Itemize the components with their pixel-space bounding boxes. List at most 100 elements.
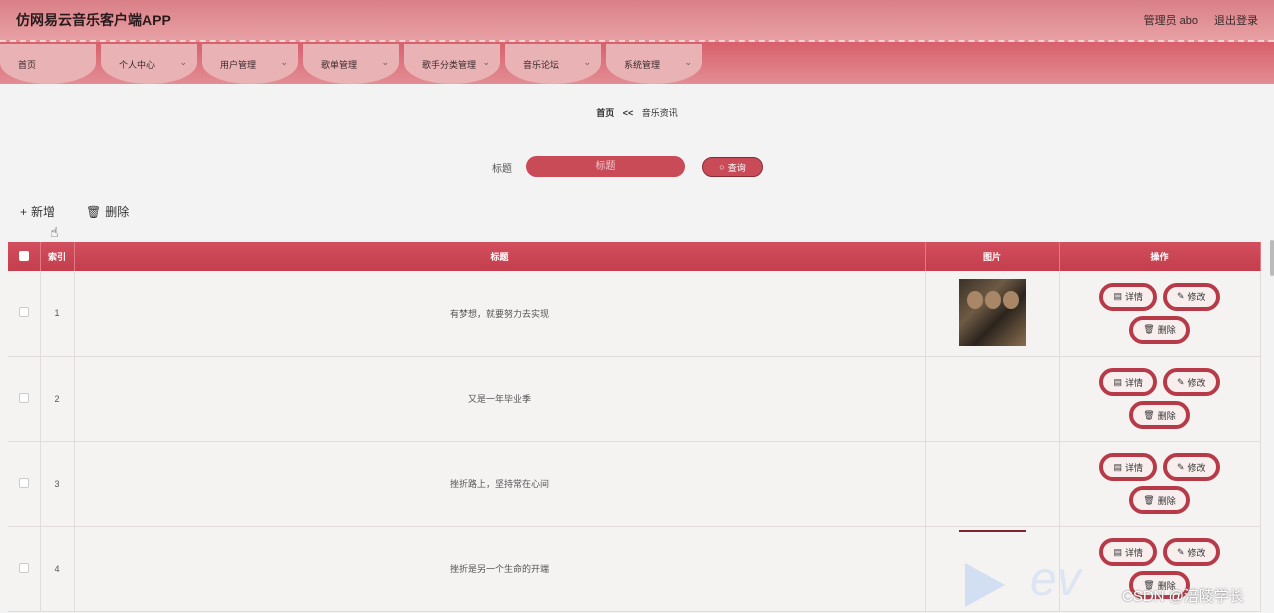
detail-label: 详情 — [1124, 377, 1143, 388]
detail-button[interactable]: ▤ 详情 — [1099, 453, 1157, 481]
delete-label: 删除 — [1157, 495, 1176, 506]
row-index: 2 — [40, 356, 75, 442]
detail-label: 详情 — [1124, 547, 1143, 558]
nav-system-management[interactable]: 系统管理 ⌄ — [606, 44, 702, 84]
header-title: 标题 — [74, 242, 926, 271]
row-actions: ▤ 详情 ✎ 修改 🗑 删除 — [1059, 271, 1261, 357]
breadcrumb-current: 音乐资讯 — [641, 108, 678, 118]
table-row: 1 有梦想，就要努力去实现 ▤ 详情 ✎ 修改 🗑 删除 — [8, 271, 1261, 357]
header-image: 图片 — [925, 242, 1060, 271]
edit-button[interactable]: ✎ 修改 — [1162, 368, 1220, 396]
nav-label: 系统管理 — [624, 59, 661, 70]
row-title: 有梦想，就要努力去实现 — [74, 271, 926, 357]
nav-label: 音乐论坛 — [523, 59, 560, 70]
nav-label: 用户管理 — [220, 59, 257, 70]
document-icon: ▤ — [1113, 461, 1122, 472]
nav-label: 歌手分类管理 — [422, 59, 477, 70]
detail-button[interactable]: ▤ 详情 — [1099, 538, 1157, 566]
row-title: 挫折是另一个生命的开端 — [74, 526, 926, 612]
pencil-icon: ✎ — [1176, 291, 1185, 302]
row-checkbox[interactable] — [18, 477, 29, 488]
pencil-icon: ✎ — [1176, 376, 1185, 387]
edit-button[interactable]: ✎ 修改 — [1162, 453, 1220, 481]
watermark-text: ev — [1030, 553, 1081, 606]
chevron-down-icon: ⌄ — [179, 57, 187, 67]
select-all-checkbox[interactable] — [18, 250, 29, 261]
admin-user-label: 管理员 abo — [1143, 15, 1198, 27]
row-image-cell — [925, 271, 1060, 357]
header-index: 索引 — [40, 242, 75, 271]
title-search-input[interactable] — [526, 156, 685, 177]
bulk-delete-button[interactable]: 🗑 删除 — [86, 203, 129, 220]
row-title: 挫折路上，坚持常在心间 — [74, 441, 926, 527]
nav-singer-category[interactable]: 歌手分类管理 ⌄ — [404, 44, 500, 84]
delete-button[interactable]: 🗑 删除 — [1129, 401, 1190, 429]
row-image-cell — [925, 441, 1060, 527]
trash-icon: 🗑 — [1143, 494, 1155, 505]
row-image-cell — [925, 356, 1060, 442]
detail-button[interactable]: ▤ 详情 — [1099, 282, 1157, 311]
detail-button[interactable]: ▤ 详情 — [1099, 368, 1157, 396]
logout-link[interactable]: 退出登录 — [1214, 12, 1258, 28]
row-actions: ▤ 详情 ✎ 修改 🗑 删除 — [1059, 441, 1261, 527]
detail-label: 详情 — [1124, 292, 1143, 303]
chevron-down-icon: ⌄ — [381, 57, 389, 67]
trash-icon: 🗑 — [86, 204, 102, 219]
search-label: 标题 — [492, 164, 512, 175]
search-icon: ○ — [719, 162, 725, 172]
page-scrollbar[interactable] — [1270, 240, 1274, 276]
nav-label: 首页 — [18, 59, 37, 70]
pencil-icon: ✎ — [1176, 546, 1185, 557]
csdn-watermark: CSDN @涪陵学长 — [1122, 588, 1244, 605]
delete-button[interactable]: 🗑 删除 — [1129, 315, 1190, 344]
nav-home[interactable]: 首页 — [0, 44, 96, 84]
search-button[interactable]: ○ 查询 — [702, 157, 763, 177]
breadcrumb: 首页 << 音乐资讯 — [0, 106, 1274, 119]
trash-icon: 🗑 — [1143, 409, 1155, 420]
delete-label: 删除 — [1157, 325, 1176, 336]
delete-button-label: 删除 — [105, 205, 130, 219]
chevron-down-icon: ⌄ — [684, 57, 692, 67]
edit-label: 修改 — [1187, 292, 1206, 303]
delete-label: 删除 — [1157, 410, 1176, 421]
chevron-down-icon: ⌄ — [280, 57, 288, 67]
header-user-area: 管理员 abo 退出登录 — [1144, 12, 1258, 28]
nav-user-management[interactable]: 用户管理 ⌄ — [202, 44, 298, 84]
hand-cursor-icon: ☝ — [50, 224, 59, 240]
nav-music-forum[interactable]: 音乐论坛 ⌄ — [505, 44, 601, 84]
add-button[interactable]: + 新增 — [20, 203, 55, 220]
row-image — [958, 278, 1026, 346]
row-checkbox[interactable] — [18, 562, 29, 573]
edit-button[interactable]: ✎ 修改 — [1162, 282, 1220, 311]
watermark-play-icon — [965, 563, 1005, 607]
breadcrumb-separator: << — [622, 108, 634, 118]
row-index: 3 — [40, 441, 75, 527]
edit-label: 修改 — [1187, 547, 1206, 558]
header-actions: 操作 — [1059, 242, 1261, 271]
nav-playlist-management[interactable]: 歌单管理 ⌄ — [303, 44, 399, 84]
nav-personal-center[interactable]: 个人中心 ⌄ — [101, 44, 197, 84]
top-header: 仿网易云音乐客户端APP 管理员 abo 退出登录 — [0, 0, 1274, 40]
search-button-label: 查询 — [727, 162, 746, 173]
nav-label: 个人中心 — [119, 59, 156, 70]
main-navbar: 首页 个人中心 ⌄ 用户管理 ⌄ 歌单管理 ⌄ 歌手分类管理 ⌄ 音乐论坛 ⌄ … — [0, 40, 1274, 84]
table-header-row: 索引 标题 图片 操作 — [8, 242, 1261, 271]
delete-button[interactable]: 🗑 删除 — [1129, 486, 1190, 514]
select-all-cell[interactable] — [8, 242, 41, 271]
row-actions: ▤ 详情 ✎ 修改 🗑 删除 — [1059, 356, 1261, 442]
plus-icon: + — [20, 204, 28, 219]
pencil-icon: ✎ — [1176, 461, 1185, 472]
app-title: 仿网易云音乐客户端APP — [16, 12, 171, 28]
row-checkbox[interactable] — [18, 307, 29, 318]
trash-icon: 🗑 — [1143, 324, 1155, 335]
row-title: 又是一年毕业季 — [74, 356, 926, 442]
row-index: 1 — [40, 271, 75, 357]
row-checkbox[interactable] — [18, 392, 29, 403]
chevron-down-icon: ⌄ — [583, 57, 591, 67]
edit-button[interactable]: ✎ 修改 — [1162, 538, 1220, 566]
document-icon: ▤ — [1113, 546, 1122, 557]
document-icon: ▤ — [1113, 291, 1122, 302]
document-icon: ▤ — [1113, 376, 1122, 387]
breadcrumb-home[interactable]: 首页 — [596, 108, 614, 118]
table-row: 3 挫折路上，坚持常在心间 ▤ 详情 ✎ 修改 🗑 删除 — [8, 441, 1261, 527]
